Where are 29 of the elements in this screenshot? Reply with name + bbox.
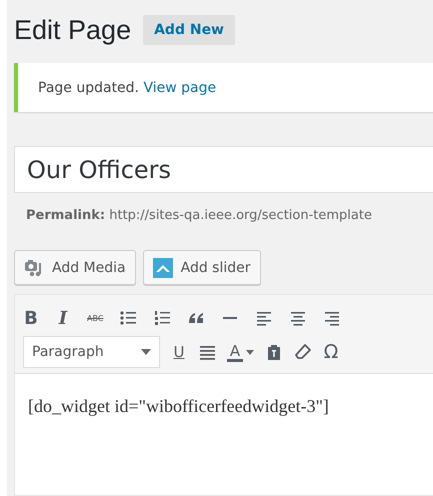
special-character-button[interactable]: Ω: [323, 341, 339, 363]
title-field[interactable]: Our Officers: [14, 146, 433, 193]
caret-icon[interactable]: [246, 350, 254, 354]
numbered-list-icon[interactable]: [153, 309, 172, 327]
strikethrough-button[interactable]: ABC: [87, 314, 104, 322]
view-page-link[interactable]: View page: [143, 80, 216, 96]
text-color-button[interactable]: A: [227, 342, 243, 362]
align-left-icon[interactable]: [255, 309, 274, 327]
camera-music-icon: [24, 258, 44, 278]
editor-content-text: [do_widget id="wibofficerfeedwidget-3"]: [28, 396, 330, 417]
chevron-up-icon: [152, 258, 173, 278]
add-media-button[interactable]: Add Media: [14, 250, 136, 285]
bulleted-list-icon[interactable]: [119, 309, 138, 327]
bold-button[interactable]: B: [23, 308, 39, 328]
align-right-icon[interactable]: [323, 309, 342, 327]
eraser-icon[interactable]: [294, 343, 312, 361]
italic-button[interactable]: I: [55, 308, 71, 328]
add-slider-button[interactable]: Add slider: [142, 250, 260, 285]
underline-button[interactable]: U: [171, 343, 187, 361]
clipboard-icon[interactable]: [265, 343, 283, 361]
format-dropdown[interactable]: Paragraph: [23, 336, 160, 368]
page-title: Edit Page: [14, 14, 132, 46]
notice-message: Page updated. View page: [38, 80, 216, 96]
permalink-label: Permalink:: [26, 208, 106, 223]
permalink-url: http://sites-qa.ieee.org/section-template: [108, 208, 372, 223]
align-center-icon[interactable]: [289, 309, 308, 327]
add-new-button[interactable]: Add New: [143, 15, 235, 45]
justify-icon[interactable]: [198, 343, 216, 361]
caret-icon: [141, 349, 151, 355]
